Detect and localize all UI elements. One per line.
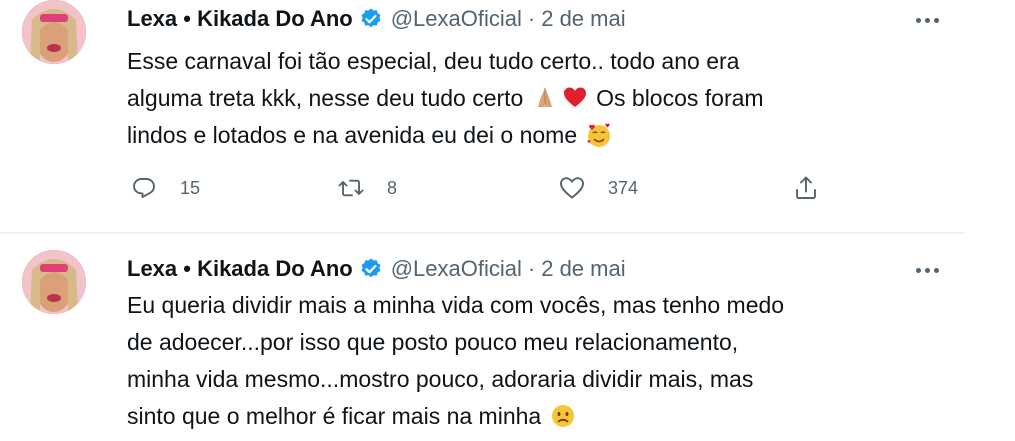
smiling-face-with-hearts-emoji bbox=[587, 123, 610, 147]
reply-icon bbox=[133, 178, 155, 198]
author-handle[interactable]: @LexaOficial bbox=[391, 6, 522, 32]
tweet-text: Eu queria dividir mais a minha vida com … bbox=[127, 287, 927, 435]
verified-badge-icon bbox=[359, 257, 383, 281]
tweet-text-line: Eu queria dividir mais a minha vida com … bbox=[127, 292, 785, 318]
tweet-actions: 15 8 374 bbox=[127, 171, 847, 205]
tweet-text-line: minha vida mesmo...mostro pouco, adorari… bbox=[127, 366, 754, 392]
tweet-text-line: sinto que o melhor é ficar mais na minha bbox=[127, 398, 927, 435]
author-name[interactable]: Lexa • Kikada Do Ano bbox=[127, 6, 353, 32]
tweet-text-segment: alguma treta kkk, nesse deu tudo certo bbox=[127, 85, 524, 111]
red-heart-emoji bbox=[563, 87, 586, 107]
share-button[interactable] bbox=[792, 171, 820, 205]
reply-count: 15 bbox=[180, 177, 201, 198]
tweet-text-segment: Os blocos foram bbox=[596, 85, 764, 111]
heart-icon bbox=[560, 177, 584, 199]
tweet-text-line: Esse carnaval foi tão especial, deu tudo… bbox=[127, 48, 740, 74]
tweet-date[interactable]: 2 de mai bbox=[541, 256, 625, 282]
tweet-date[interactable]: 2 de mai bbox=[541, 6, 625, 32]
tweet-text-segment: lindos e lotados e na avenida eu dei o n… bbox=[127, 122, 578, 148]
tweet[interactable]: Lexa • Kikada Do Ano @LexaOficial · 2 de… bbox=[0, 234, 965, 441]
tweet-text: Esse carnaval foi tão especial, deu tudo… bbox=[127, 43, 927, 154]
tweet-text-line: lindos e lotados e na avenida eu dei o n… bbox=[127, 117, 927, 154]
folded-hands-emoji bbox=[537, 88, 552, 107]
separator-dot: · bbox=[527, 6, 536, 31]
retweet-icon bbox=[338, 179, 364, 197]
more-options-icon[interactable] bbox=[912, 260, 942, 280]
tweet-header: Lexa • Kikada Do Ano @LexaOficial · 2 de… bbox=[127, 4, 626, 34]
avatar[interactable] bbox=[22, 250, 86, 314]
tweet-text-line: alguma treta kkk, nesse deu tudo certo O… bbox=[127, 80, 927, 117]
more-options-icon[interactable] bbox=[912, 10, 942, 30]
share-icon bbox=[796, 176, 816, 199]
reply-button[interactable]: 15 bbox=[130, 171, 200, 205]
author-handle[interactable]: @LexaOficial bbox=[391, 256, 522, 282]
avatar[interactable] bbox=[22, 0, 86, 64]
tweet-text-segment: sinto que o melhor é ficar mais na minha bbox=[127, 403, 542, 429]
verified-badge-icon bbox=[359, 7, 383, 31]
tweet-text-line: de adoecer...por isso que posto pouco me… bbox=[127, 329, 739, 355]
like-button[interactable]: 374 bbox=[558, 171, 638, 205]
like-count: 374 bbox=[608, 177, 639, 198]
retweet-count: 8 bbox=[387, 177, 398, 198]
retweet-button[interactable]: 8 bbox=[337, 171, 397, 205]
tweet[interactable]: Lexa • Kikada Do Ano @LexaOficial · 2 de… bbox=[0, 0, 965, 232]
tweet-header: Lexa • Kikada Do Ano @LexaOficial · 2 de… bbox=[127, 254, 626, 284]
author-name[interactable]: Lexa • Kikada Do Ano bbox=[127, 256, 353, 282]
separator-dot: · bbox=[527, 256, 536, 281]
slightly-frowning-face-emoji bbox=[551, 405, 574, 427]
